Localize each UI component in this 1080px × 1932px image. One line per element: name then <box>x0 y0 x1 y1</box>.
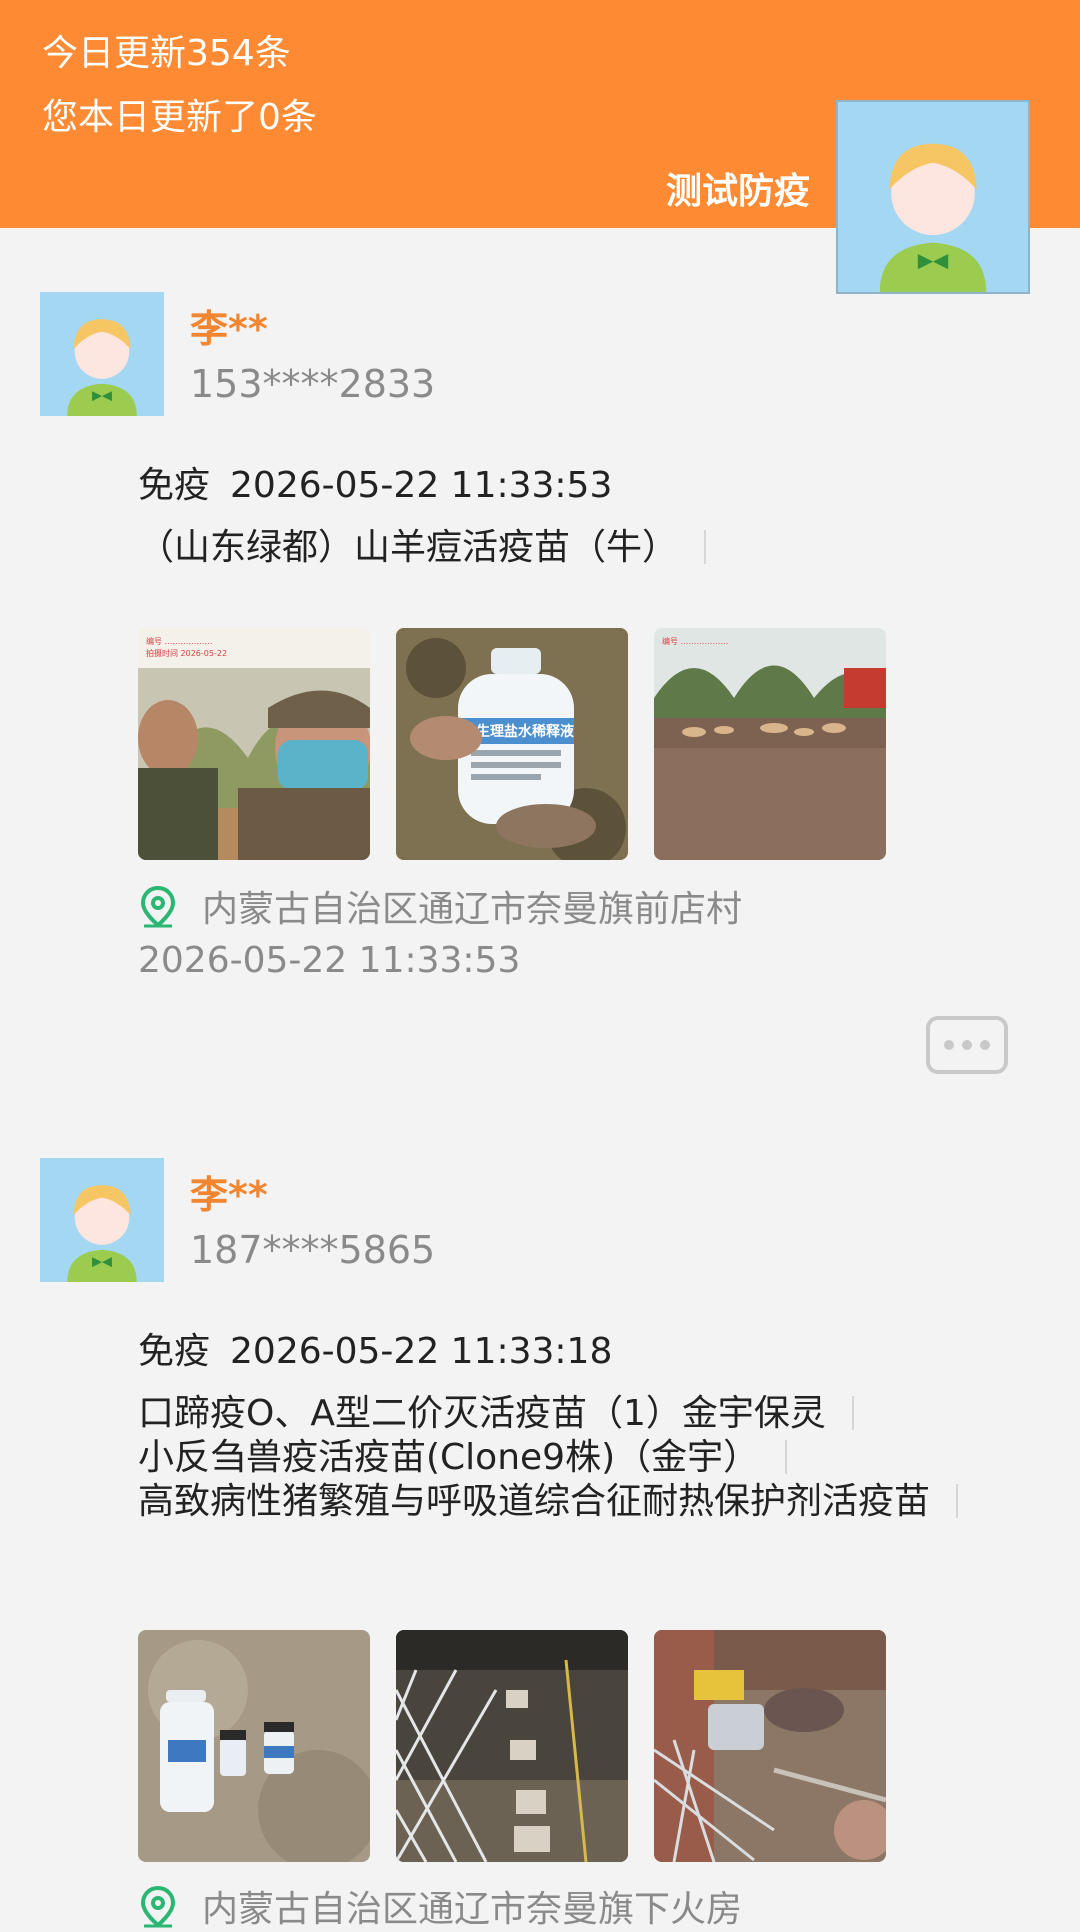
dot-icon <box>944 1040 954 1050</box>
vaccine-item: 口蹄疫O、A型二价灭活疫苗（1）金宇保灵 <box>138 1392 958 1436</box>
dot-icon <box>980 1040 990 1050</box>
location-text: 内蒙古自治区通辽市奈曼旗前店村 <box>202 889 743 930</box>
your-updates-count: 您本日更新了0条 <box>42 97 317 138</box>
photo-image <box>654 1630 886 1862</box>
divider <box>785 1440 788 1474</box>
vaccine-list: （山东绿都）山羊痘活疫苗（牛） <box>138 526 958 570</box>
profile-avatar[interactable] <box>836 100 1030 294</box>
avatar-icon <box>838 102 1028 292</box>
divider <box>704 530 707 564</box>
more-options-button[interactable] <box>926 1016 1008 1074</box>
svg-text:拍摄时间 2026-05-22: 拍摄时间 2026-05-22 <box>146 648 227 658</box>
record-datetime: 2026-05-22 11:33:53 <box>230 465 613 506</box>
avatar-icon <box>40 292 164 416</box>
record-datetime: 2026-05-22 11:33:18 <box>230 1331 613 1372</box>
team-name[interactable]: 测试防疫 <box>666 162 810 214</box>
record-type: 免疫 <box>138 465 211 506</box>
location-pin-icon <box>140 885 176 928</box>
user-phone: 187****5865 <box>190 1228 436 1272</box>
divider <box>956 1484 959 1518</box>
vaccine-list: 口蹄疫O、A型二价灭活疫苗（1）金宇保灵 小反刍兽疫活疫苗(Clone9株)（金… <box>138 1392 959 1524</box>
today-updates-count: 今日更新354条 <box>42 33 291 74</box>
location-time: 2026-05-22 11:33:53 <box>138 940 521 981</box>
saline-bottle-photo[interactable]: 生理盐水稀释液 <box>396 628 628 860</box>
selfie-two-men-photo[interactable]: 编号 ……………… 拍摄时间 2026-05-22 <box>138 628 370 860</box>
photo-image: 编号 ……………… <box>654 628 886 860</box>
svg-text:编号 ………………: 编号 ……………… <box>146 636 213 646</box>
user-name: 李** <box>190 307 268 351</box>
avatar-icon <box>40 1158 164 1282</box>
divider <box>851 1396 854 1430</box>
location-row: 内蒙古自治区通辽市奈曼旗下火房 <box>138 1880 742 1932</box>
user-name: 李** <box>190 1173 268 1217</box>
photo-image <box>396 1630 628 1862</box>
photo-image: 编号 ……………… 拍摄时间 2026-05-22 <box>138 628 370 860</box>
pig-yard-photo[interactable] <box>654 1630 886 1862</box>
vaccine-item: （山东绿都）山羊痘活疫苗（牛） <box>138 526 958 570</box>
vaccine-item: 小反刍兽疫活疫苗(Clone9株)（金宇） <box>138 1436 958 1480</box>
goat-pen-photo[interactable] <box>396 1630 628 1862</box>
record-header: 免疫 2026-05-22 11:33:18 <box>138 1322 612 1374</box>
location-row: 内蒙古自治区通辽市奈曼旗前店村 <box>138 880 742 932</box>
location-text: 内蒙古自治区通辽市奈曼旗下火房 <box>202 1889 743 1930</box>
svg-text:生理盐水稀释液: 生理盐水稀释液 <box>476 723 575 740</box>
sheep-field-photo[interactable]: 编号 ……………… <box>654 628 886 860</box>
svg-text:编号 ………………: 编号 ……………… <box>662 636 729 646</box>
photo-image <box>138 1630 370 1862</box>
dot-icon <box>962 1040 972 1050</box>
vaccine-bottles-photo[interactable] <box>138 1630 370 1862</box>
record-type: 免疫 <box>138 1331 211 1372</box>
user-avatar[interactable] <box>40 292 164 416</box>
header-bar: 今日更新354条 您本日更新了0条 测试防疫 <box>0 0 1080 294</box>
user-phone: 153****2833 <box>190 362 436 406</box>
photo-image: 生理盐水稀释液 <box>396 628 628 860</box>
user-avatar[interactable] <box>40 1158 164 1282</box>
vaccine-item: 高致病性猪繁殖与呼吸道综合征耐热保护剂活疫苗 <box>138 1480 959 1524</box>
location-pin-icon <box>140 1885 176 1928</box>
record-header: 免疫 2026-05-22 11:33:53 <box>138 456 612 508</box>
